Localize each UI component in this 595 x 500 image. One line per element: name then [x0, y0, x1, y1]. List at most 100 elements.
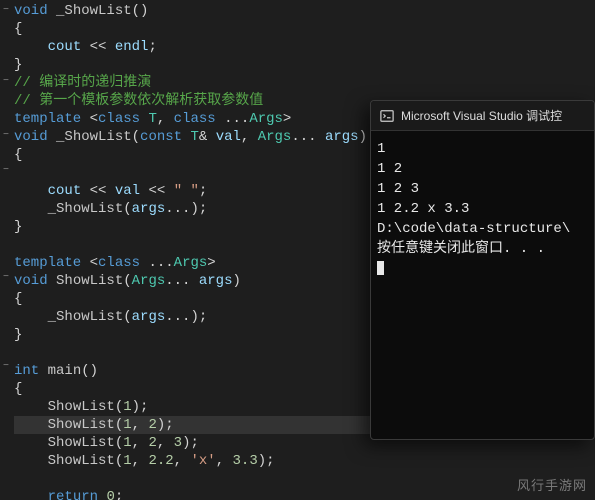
fold-gutter[interactable]: − − − − − − — [0, 0, 12, 500]
fold-toggle — [0, 305, 12, 323]
fold-toggle[interactable]: − — [0, 127, 12, 145]
fold-toggle[interactable]: − — [0, 2, 12, 20]
fold-toggle — [0, 287, 12, 305]
code-token: void — [14, 273, 48, 289]
debug-console-window[interactable]: Microsoft Visual Studio 调试控 11 21 2 31 2… — [370, 100, 595, 440]
console-line: 1 2 3 — [377, 179, 588, 199]
code-line[interactable]: { — [14, 20, 595, 38]
code-token: template — [14, 255, 81, 271]
code-token: ( — [115, 399, 123, 415]
code-token: cout — [48, 39, 82, 55]
code-token — [48, 3, 56, 19]
code-token: _ShowList — [48, 309, 124, 325]
code-token: ; — [148, 39, 156, 55]
code-token: 3 — [174, 435, 182, 451]
code-token: val — [216, 129, 241, 145]
fold-toggle — [0, 216, 12, 234]
code-token: , — [132, 435, 149, 451]
fold-toggle[interactable]: − — [0, 269, 12, 287]
fold-toggle[interactable]: − — [0, 162, 12, 180]
console-title-text: Microsoft Visual Studio 调试控 — [401, 107, 562, 124]
code-token: << — [90, 39, 107, 55]
fold-toggle[interactable]: − — [0, 73, 12, 91]
fold-toggle — [0, 55, 12, 73]
fold-toggle — [0, 447, 12, 465]
code-token: 'x' — [190, 453, 215, 469]
code-token: Args — [258, 129, 292, 145]
fold-toggle — [0, 109, 12, 127]
console-line: 1 2.2 x 3.3 — [377, 199, 588, 219]
code-token: // 第一个模板参数依次解析获取参数值 — [14, 93, 263, 109]
code-line[interactable]: ShowList(1, 2.2, 'x', 3.3); — [14, 452, 595, 470]
code-token: ); — [182, 435, 199, 451]
code-token: cout — [48, 183, 82, 199]
code-token: ); — [258, 453, 275, 469]
code-token: } — [14, 327, 22, 343]
code-token: ( — [123, 201, 131, 217]
code-token: 1 — [123, 399, 131, 415]
code-token: ( — [123, 309, 131, 325]
console-cursor — [377, 261, 384, 275]
code-token: _ShowList — [56, 3, 132, 19]
code-token: , — [174, 453, 191, 469]
code-token — [106, 39, 114, 55]
fold-toggle[interactable]: − — [0, 358, 12, 376]
code-token: { — [14, 21, 22, 37]
code-token: ( — [132, 129, 140, 145]
code-token: 2.2 — [148, 453, 173, 469]
code-line[interactable]: // 编译时的递归推演 — [14, 74, 595, 92]
code-line[interactable]: void _ShowList() — [14, 2, 595, 20]
code-token: ); — [132, 399, 149, 415]
code-token: { — [14, 381, 22, 397]
code-token: , — [132, 453, 149, 469]
code-token: } — [14, 219, 22, 235]
code-token: T — [190, 129, 198, 145]
code-token: ); — [190, 201, 207, 217]
code-token: args — [132, 201, 166, 217]
fold-toggle — [0, 465, 12, 483]
code-token: ShowList — [56, 273, 123, 289]
fold-toggle — [0, 482, 12, 500]
code-token: ); — [157, 417, 174, 433]
console-line: D:\code\data-structure\ — [377, 219, 588, 239]
code-token — [14, 489, 48, 500]
console-line: 按任意键关闭此窗口. . . — [377, 239, 588, 259]
console-line: 1 2 — [377, 159, 588, 179]
code-token: ; — [115, 489, 123, 500]
code-token: ) — [232, 273, 240, 289]
fold-toggle — [0, 429, 12, 447]
fold-toggle — [0, 180, 12, 198]
code-token: , — [132, 417, 149, 433]
code-token: ... — [291, 129, 316, 145]
code-token: _ShowList — [56, 129, 132, 145]
code-token: void — [14, 3, 48, 19]
code-line[interactable]: return 0; — [14, 488, 595, 500]
code-token: int — [14, 363, 39, 379]
fold-toggle — [0, 376, 12, 394]
code-token — [14, 453, 48, 469]
code-token: () — [81, 363, 98, 379]
fold-toggle — [0, 394, 12, 412]
code-token — [14, 399, 48, 415]
fold-toggle — [0, 38, 12, 56]
fold-toggle — [0, 411, 12, 429]
code-token — [216, 111, 224, 127]
code-token: class — [174, 111, 216, 127]
code-token: args — [132, 309, 166, 325]
code-line[interactable]: } — [14, 56, 595, 74]
code-token: ... — [165, 309, 190, 325]
code-line[interactable] — [14, 470, 595, 488]
code-token: { — [14, 147, 22, 163]
code-token: < — [81, 255, 98, 271]
fold-toggle — [0, 323, 12, 341]
code-token: class — [98, 111, 140, 127]
code-token — [14, 183, 48, 199]
code-token — [39, 363, 47, 379]
code-line[interactable]: ShowList(1, 2); — [14, 416, 394, 434]
console-output: 11 21 2 31 2.2 x 3.3D:\code\data-structu… — [371, 131, 594, 439]
console-titlebar[interactable]: Microsoft Visual Studio 调试控 — [371, 101, 594, 131]
code-token — [14, 435, 48, 451]
code-token: , — [157, 111, 174, 127]
code-token: { — [14, 291, 22, 307]
code-line[interactable]: cout << endl; — [14, 38, 595, 56]
